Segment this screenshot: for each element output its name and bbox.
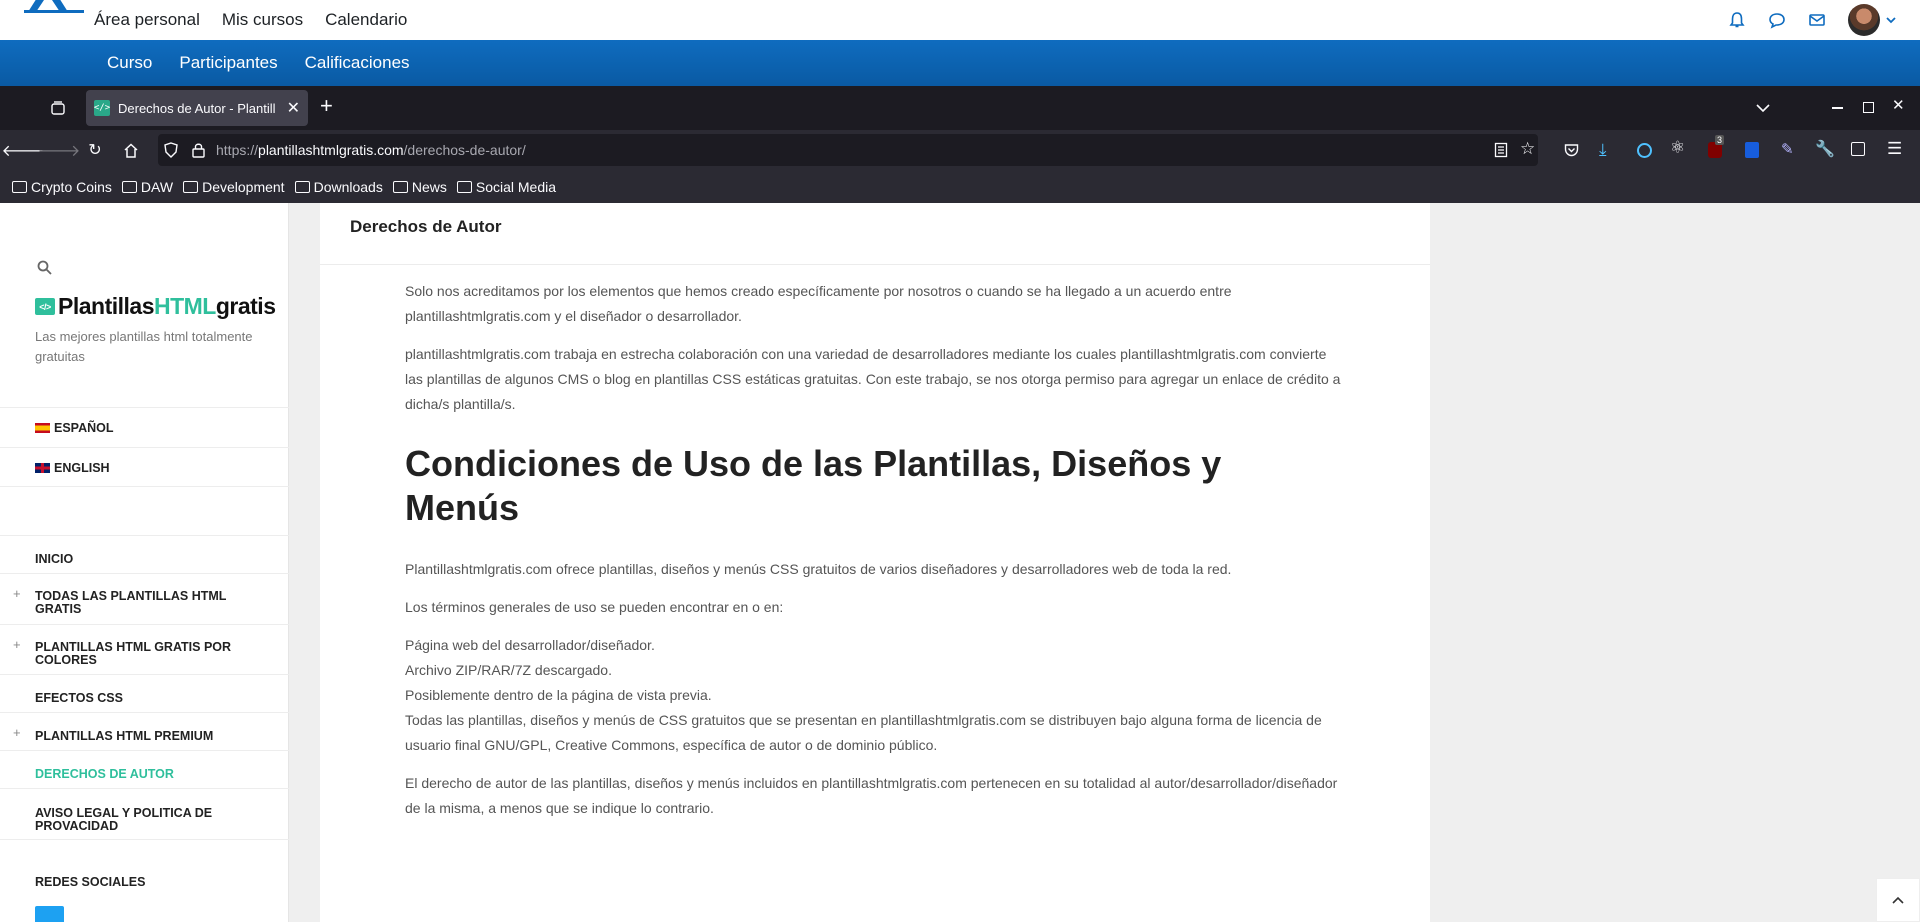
expand-plus-icon[interactable]: + [13,725,21,740]
twitter-icon[interactable] [35,906,64,922]
course-tab-participantes[interactable]: Participantes [179,53,277,73]
menu-derechos-autor[interactable]: DERECHOS DE AUTOR [0,750,289,788]
back-arrow-icon[interactable]: 🡐 [2,130,45,170]
downloads-icon[interactable]: ⤓ [1599,140,1607,160]
extension-badge: 3 [1715,135,1725,145]
site-favicon-icon: </> [94,100,110,116]
course-navbar: Curso Participantes Calificaciones [0,40,1920,86]
bookmark-star-icon[interactable]: ☆ [1520,139,1535,159]
tab-strip: </> Derechos de Autor - Plantill ✕ + ✕ [0,86,1920,130]
bookmark-folder-downloads[interactable]: Downloads [294,179,383,195]
home-icon[interactable] [123,143,139,158]
nav-calendario[interactable]: Calendario [325,10,407,30]
reload-icon[interactable]: ↻ [80,130,110,170]
menu-plantillas-colores[interactable]: + PLANTILLAS HTML GRATIS POR COLORES [0,624,289,674]
hamburger-menu-icon[interactable]: ☰ [1887,139,1902,159]
menu-plantillas-premium[interactable]: + PLANTILLAS HTML PREMIUM [0,712,289,750]
lock-icon[interactable] [192,142,205,158]
nav-area-personal[interactable]: Área personal [94,10,200,30]
chevron-up-icon [1892,896,1904,904]
tracking-shield-icon[interactable] [164,142,178,158]
expand-plus-icon[interactable]: + [13,637,21,652]
wrench-icon[interactable]: 🔧 [1815,139,1835,159]
url-bar[interactable]: https://plantillashtmlgratis.com/derecho… [158,134,1538,166]
bookmark-folder-daw[interactable]: DAW [121,179,173,195]
expand-plus-icon[interactable]: + [13,586,21,601]
list-item: Archivo ZIP/RAR/7Z descargado. [405,662,612,678]
social-heading: REDES SOCIALES [35,875,146,889]
folder-icon [183,180,199,193]
minimize-icon[interactable] [1832,107,1843,109]
folder-icon [294,180,310,193]
folder-icon [121,180,137,193]
bookmark-folder-crypto[interactable]: Crypto Coins [12,179,112,195]
folder-icon [12,180,27,193]
url-text[interactable]: https://plantillashtmlgratis.com/derecho… [216,134,526,166]
maximize-icon[interactable] [1863,102,1874,113]
list-item: Posiblemente dentro de la página de vist… [405,687,712,703]
course-tab-curso[interactable]: Curso [107,53,152,73]
code-logo-icon: </> [35,298,55,315]
list-item: Página web del desarrollador/diseñador. [405,637,655,653]
article-body: Solo nos acreditamos por los elementos q… [405,279,1345,834]
chat-icon[interactable] [1768,11,1786,29]
lang-espanol[interactable]: ESPAÑOL [0,407,289,447]
site-sidebar: </> Plantillas HTML gratis Las mejores pla… [0,203,289,922]
site-tagline: Las mejores plantillas html totalmente g… [35,329,253,364]
user-avatar[interactable] [1848,4,1880,36]
chevron-down-icon[interactable] [1886,15,1896,25]
menu-aviso-legal[interactable]: AVISO LEGAL Y POLITICA DE PROVACIDAD [0,788,289,840]
spain-flag-icon [35,423,50,433]
folder-icon [456,180,472,193]
course-tab-calificaciones[interactable]: Calificaciones [305,53,410,73]
menu-efectos-css[interactable]: EFECTOS CSS [0,674,289,712]
close-tab-icon[interactable]: ✕ [287,98,300,118]
bookmark-folder-news[interactable]: News [392,179,447,195]
new-tab-icon[interactable]: + [320,95,333,117]
paragraph: El derecho de autor de las plantillas, d… [405,775,1338,816]
list-tabs-chevron-icon[interactable] [1756,103,1770,113]
page-title: Derechos de Autor [350,217,502,236]
bookmark-folder-development[interactable]: Development [183,179,285,195]
folder-icon [392,180,408,193]
menu-todas-plantillas[interactable]: + TODAS LAS PLANTILLAS HTML GRATIS [0,573,289,624]
list-item: Todas las plantillas, diseños y menús de… [405,712,1322,753]
bookmarks-toolbar: Crypto Coins DAW Development Downloads N… [0,170,1920,203]
react-devtools-icon[interactable]: ⚛ [1670,138,1685,158]
moodle-logo-icon[interactable] [24,0,84,26]
paragraph: Solo nos acreditamos por los elementos q… [405,283,1232,324]
navigation-toolbar: 🡐 🡒 ↻ https://plantillashtmlgratis.com/d… [0,130,1920,170]
scroll-to-top-button[interactable] [1876,878,1920,922]
search-icon[interactable] [37,260,52,275]
bitwarden-icon[interactable] [1745,142,1759,158]
mail-icon[interactable] [1808,11,1826,29]
active-tab[interactable]: </> Derechos de Autor - Plantill ✕ [86,90,308,126]
pocket-icon[interactable] [1564,143,1579,157]
browser-window: </> Derechos de Autor - Plantill ✕ + ✕ 🡐… [0,86,1920,203]
paragraph: Los términos generales de uso se pueden … [405,599,784,615]
extension-circle-icon[interactable] [1637,143,1652,158]
article-card: Derechos de Autor Solo nos acreditamos p… [320,203,1430,922]
extensions-puzzle-icon[interactable] [1851,142,1865,156]
divider [320,264,1430,265]
section-heading: Condiciones de Uso de las Plantillas, Di… [405,443,1222,528]
tab-title: Derechos de Autor - Plantill [118,100,276,116]
firefox-view-icon[interactable] [50,100,66,116]
paragraph: Plantillashtmlgratis.com ofrece plantill… [405,561,1232,577]
lang-english[interactable]: ENGLISH [0,447,289,487]
moodle-top-navbar: Área personal Mis cursos Calendario [0,0,1920,40]
forward-arrow-icon[interactable]: 🡒 [38,130,81,170]
uk-flag-icon [35,463,50,473]
color-picker-icon[interactable]: ✎ [1781,140,1794,158]
reader-view-icon[interactable] [1494,142,1508,158]
paragraph: plantillashtmlgratis.com trabaja en estr… [405,346,1341,412]
site-logo[interactable]: </> Plantillas HTML gratis [35,293,276,320]
menu-inicio[interactable]: INICIO [0,535,289,573]
close-window-icon[interactable]: ✕ [1892,96,1905,114]
bell-icon[interactable] [1728,11,1746,29]
nav-mis-cursos[interactable]: Mis cursos [222,10,303,30]
bookmark-folder-social[interactable]: Social Media [456,179,556,195]
list-block: Página web del desarrollador/diseñador. … [405,633,1345,758]
web-page: </> Plantillas HTML gratis Las mejores pla… [0,203,1920,922]
